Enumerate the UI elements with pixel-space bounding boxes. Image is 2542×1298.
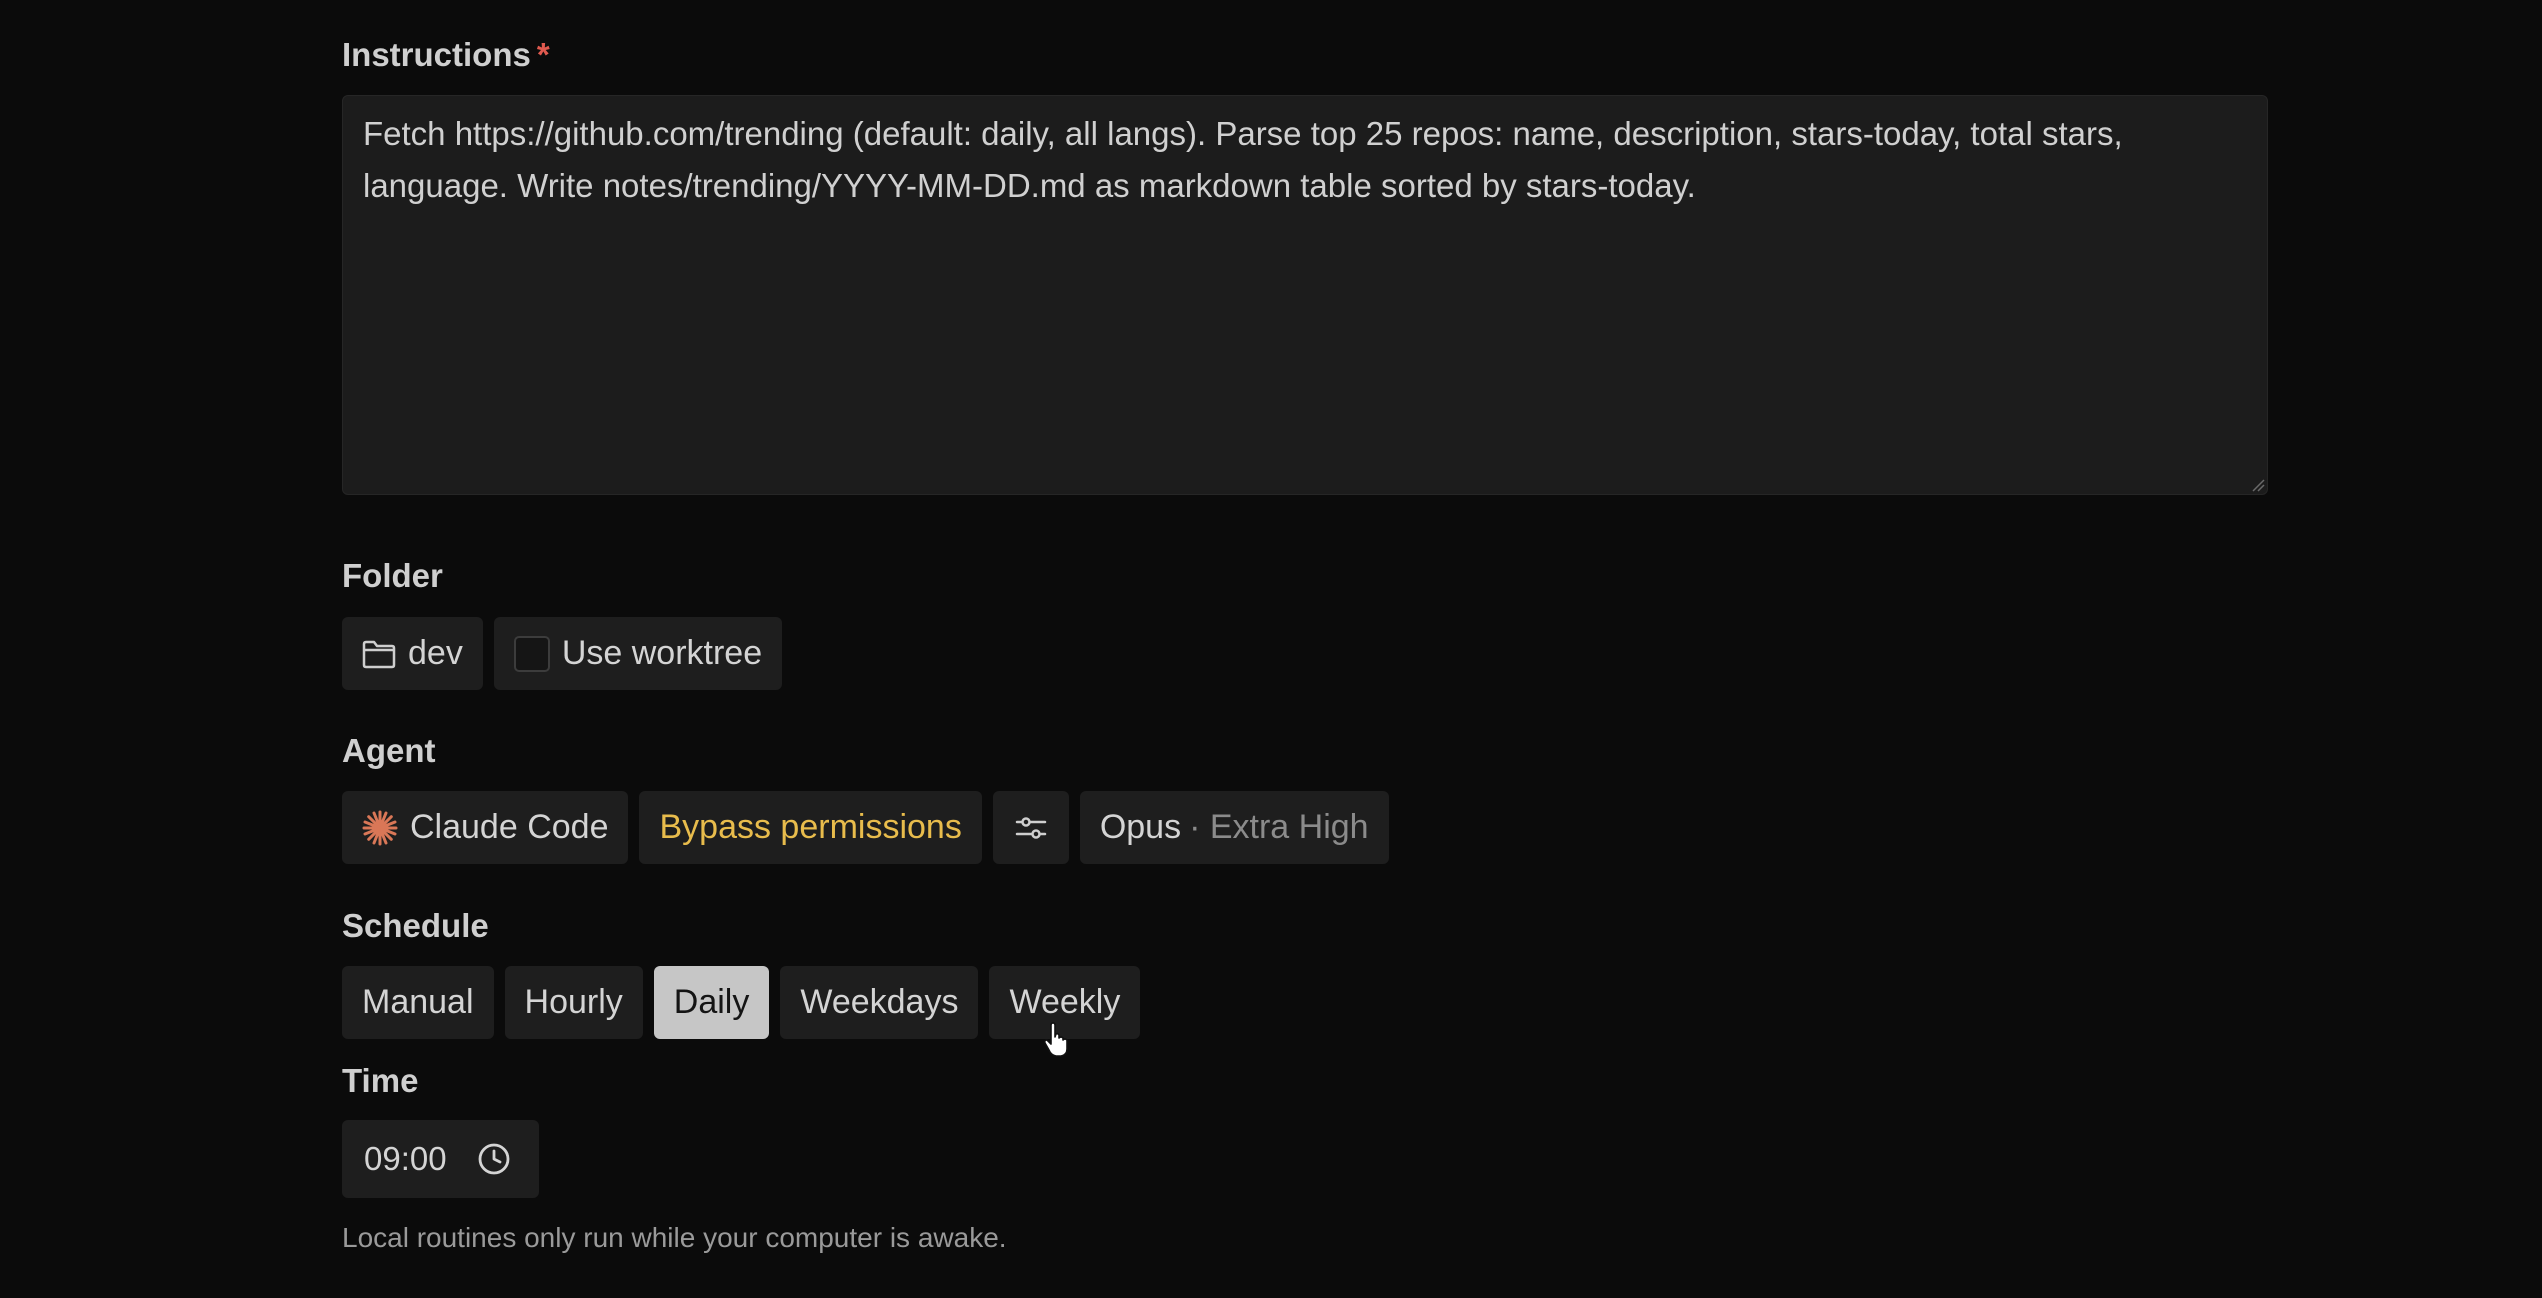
agent-settings-button[interactable]: [992, 791, 1069, 864]
agent-row: Claude Code Bypass permissions Opus · Ex…: [342, 791, 1389, 864]
required-mark: *: [536, 36, 550, 73]
time-value: 09:00: [364, 1140, 447, 1177]
folder-name: dev: [408, 634, 463, 672]
permission-mode-label: Bypass permissions: [659, 808, 962, 846]
use-worktree-toggle[interactable]: Use worktree: [493, 617, 783, 690]
instructions-label: Instructions *: [342, 36, 550, 73]
claude-starburst-icon: [362, 810, 398, 846]
folder-icon: [362, 639, 396, 669]
worktree-label: Use worktree: [561, 634, 763, 672]
clock-icon[interactable]: [477, 1142, 511, 1176]
agent-select-button[interactable]: Claude Code: [342, 791, 629, 864]
schedule-label: Schedule: [342, 907, 489, 944]
folder-label: Folder: [342, 557, 443, 594]
schedule-option-hourly[interactable]: Hourly: [504, 966, 643, 1039]
schedule-option-daily[interactable]: Daily: [653, 966, 770, 1039]
folder-select-button[interactable]: dev: [342, 617, 483, 690]
permission-mode-button[interactable]: Bypass permissions: [639, 791, 982, 864]
agent-label: Agent: [342, 732, 436, 769]
time-input[interactable]: 09:00: [342, 1120, 539, 1198]
agent-name: Claude Code: [410, 808, 609, 846]
schedule-option-weekdays[interactable]: Weekdays: [780, 966, 979, 1039]
time-row: 09:00: [342, 1120, 539, 1198]
schedule-options: Manual Hourly Daily Weekdays Weekly: [342, 966, 1141, 1039]
instructions-textarea[interactable]: Fetch https://github.com/trending (defau…: [342, 95, 2268, 495]
worktree-checkbox[interactable]: [513, 635, 550, 672]
effort-level: · Extra High: [1189, 808, 1369, 846]
instructions-text: Fetch https://github.com/trending (defau…: [363, 115, 2123, 204]
model-select-button[interactable]: Opus · Extra High: [1079, 791, 1389, 864]
schedule-option-manual[interactable]: Manual: [342, 966, 494, 1039]
model-name: Opus: [1099, 808, 1182, 846]
resize-handle-icon[interactable]: [2251, 478, 2265, 492]
sliders-icon: [1015, 814, 1047, 842]
hand-cursor-icon: [1042, 1022, 1072, 1063]
awake-footnote: Local routines only run while your compu…: [342, 1222, 1007, 1253]
folder-row: dev Use worktree: [342, 617, 783, 690]
time-label: Time: [342, 1062, 419, 1099]
